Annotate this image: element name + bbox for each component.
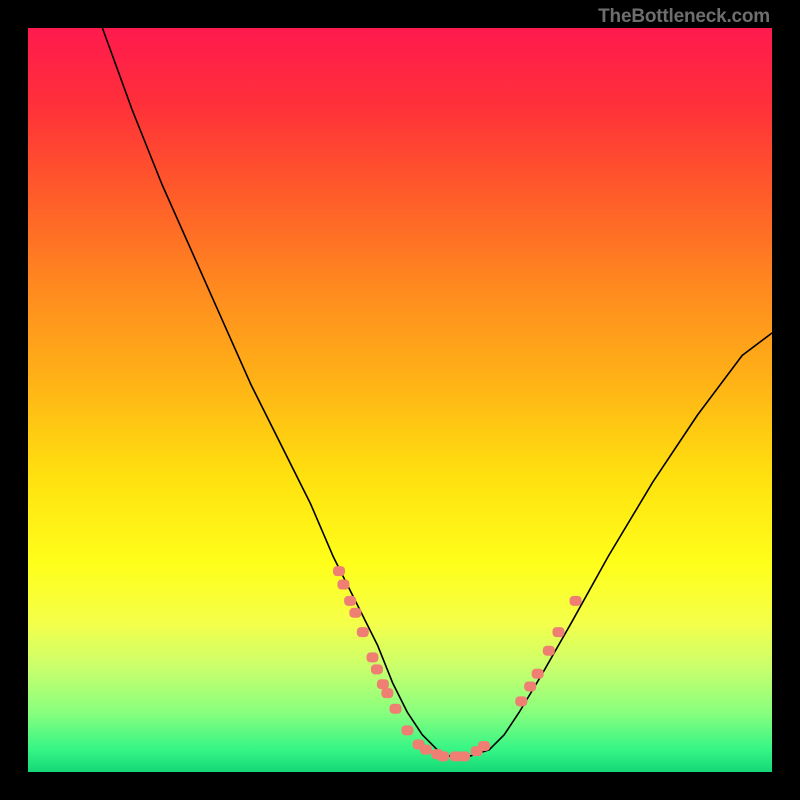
highlight-dot — [349, 608, 361, 618]
highlight-dot — [437, 751, 449, 761]
highlight-dots-left — [333, 566, 402, 714]
highlight-dot — [552, 627, 564, 637]
highlight-dots-bottom — [401, 725, 490, 761]
highlight-dot — [381, 688, 393, 698]
highlight-dot — [532, 669, 544, 679]
plot-area — [28, 28, 772, 772]
watermark-text: TheBottleneck.com — [598, 6, 770, 28]
chart-container: TheBottleneck.com — [0, 0, 800, 800]
highlight-dot — [420, 745, 432, 755]
highlight-dot — [333, 566, 345, 576]
highlight-dot — [337, 580, 349, 590]
highlight-dot — [377, 679, 389, 689]
highlight-dot — [371, 664, 383, 674]
chart-svg — [28, 28, 772, 772]
highlight-dot — [390, 704, 402, 714]
highlight-dot — [570, 596, 582, 606]
highlight-dots-right — [515, 596, 581, 706]
highlight-dot — [357, 627, 369, 637]
highlight-dot — [524, 681, 536, 691]
highlight-dot — [458, 751, 470, 761]
highlight-dot — [401, 725, 413, 735]
highlight-dot — [515, 696, 527, 706]
bottleneck-curve — [102, 28, 772, 757]
highlight-dot — [478, 741, 490, 751]
highlight-dot — [543, 646, 555, 656]
highlight-dot — [366, 652, 378, 662]
highlight-dot — [344, 596, 356, 606]
